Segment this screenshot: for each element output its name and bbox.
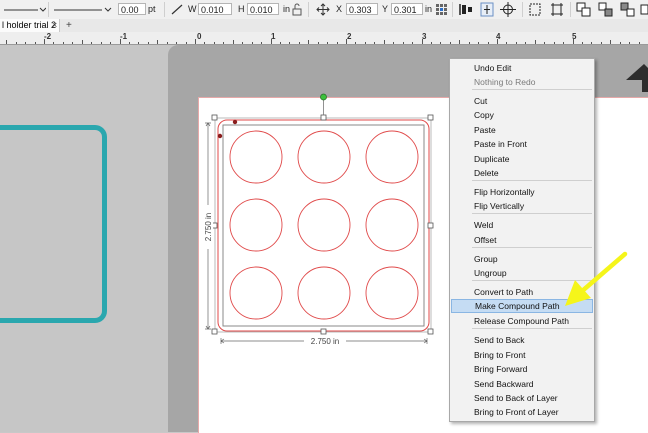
resize-handle[interactable] [320,114,327,121]
menu-separator [472,89,592,90]
menu-separator [472,213,592,214]
menu-item-duplicate[interactable]: Duplicate [451,152,593,166]
menu-item-send-to-back[interactable]: Send to Back [451,333,593,347]
anchor-point[interactable] [217,133,223,139]
menu-separator [472,328,592,329]
circle-cut[interactable] [365,198,419,252]
menu-item-copy[interactable]: Copy [451,108,593,122]
circle-cut[interactable] [365,130,419,184]
menu-item-send-to-back-of-layer[interactable]: Send to Back of Layer [451,391,593,405]
menu-item-bring-to-front-of-layer[interactable]: Bring to Front of Layer [451,405,593,419]
menu-item-delete[interactable]: Delete [451,166,593,180]
menu-separator [472,180,592,181]
circle-cut[interactable] [229,130,283,184]
menu-item-send-backward[interactable]: Send Backward [451,377,593,391]
resize-handle[interactable] [211,114,218,121]
menu-item-release-compound-path[interactable]: Release Compound Path [451,314,593,328]
circle-cut[interactable] [365,266,419,320]
menu-item-bring-forward[interactable]: Bring Forward [451,362,593,376]
menu-item-flip-horizontally[interactable]: Flip Horizontally [451,185,593,199]
resize-handle[interactable] [427,114,434,121]
selection-box [214,117,432,333]
menu-item-bring-to-front[interactable]: Bring to Front [451,348,593,362]
circle-cut[interactable] [229,266,283,320]
width-dimension-label: 2.750 in [311,337,339,346]
circle-cut[interactable] [297,130,351,184]
anchor-point[interactable] [232,119,238,125]
circle-cut[interactable] [297,266,351,320]
resize-handle[interactable] [427,328,434,335]
menu-item-weld[interactable]: Weld [451,218,593,232]
outer-cut-rect[interactable] [217,119,430,332]
resize-handle[interactable] [211,328,218,335]
yellow-arrow-annotation [565,251,628,306]
inner-rect[interactable] [222,124,425,327]
menu-item-nothing-to-redo: Nothing to Redo [474,77,536,87]
resize-handle[interactable] [320,328,327,335]
menu-item-offset[interactable]: Offset [451,233,593,247]
circle-cut[interactable] [229,198,283,252]
menu-item-undo-edit[interactable]: Undo Edit [451,61,593,75]
context-menu: Undo Edit Nothing to Redo Cut Copy Paste Past… [449,58,595,422]
menu-item-paste[interactable]: Paste [451,123,593,137]
circle-cut[interactable] [297,198,351,252]
height-dimension-label: 2.750 in [204,213,213,241]
menu-item-cut[interactable]: Cut [451,94,593,108]
menu-item-flip-vertically[interactable]: Flip Vertically [451,199,593,213]
rotate-handle[interactable] [320,93,327,101]
resize-handle[interactable] [427,222,434,229]
circle-grid[interactable] [229,130,419,320]
menu-item-paste-in-front[interactable]: Paste in Front [451,137,593,151]
